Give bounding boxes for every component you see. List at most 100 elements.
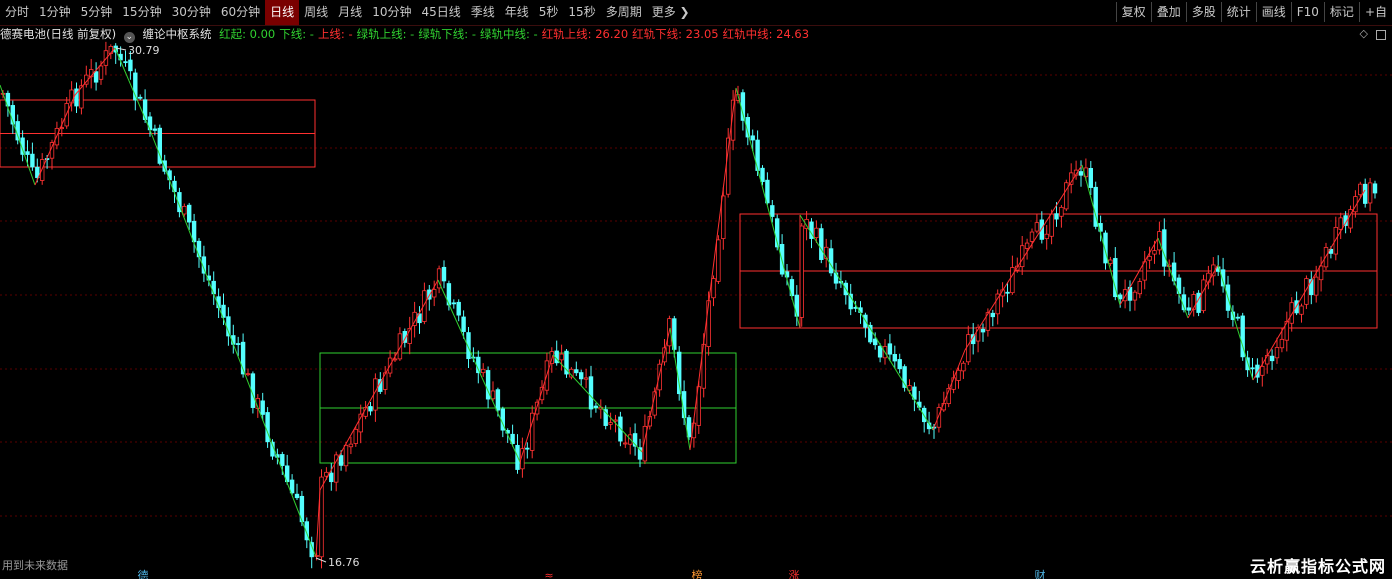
tab-8[interactable]: 月线: [333, 0, 367, 25]
candle-body-179: [877, 345, 883, 358]
candle-body-69: [338, 455, 344, 466]
tab-10[interactable]: 45日线: [416, 0, 465, 25]
tab-1[interactable]: 1分钟: [34, 0, 76, 25]
candle-body-19: [93, 71, 99, 83]
candle-body-114: [559, 353, 564, 361]
candle-body-237: [1162, 229, 1167, 267]
candle-body-37: [182, 205, 187, 215]
candle-body-54: [265, 412, 270, 443]
candle-body-280: [1372, 183, 1378, 194]
tab-9[interactable]: 10分钟: [367, 0, 416, 25]
right-tools: 复权 叠加 多股 统计 画线 F10 标记 +自: [1115, 2, 1392, 22]
candle-body-147: [721, 195, 726, 239]
tool-button-4[interactable]: 画线: [1255, 2, 1291, 22]
event-marker-0[interactable]: 德: [138, 568, 149, 579]
indicator-name[interactable]: 缠论中枢系统: [142, 27, 211, 41]
period-toolbar: 分时 1分钟 5分钟 15分钟 30分钟 60分钟 日线 周线 月线 10分钟 45日线 季线 年线 5秒…: [0, 0, 1392, 26]
candle-body-232: [1137, 281, 1142, 295]
candle-body-146: [716, 239, 721, 282]
candle-body-197: [966, 334, 971, 363]
candle-body-167: [819, 228, 824, 260]
candle-body-245: [1201, 279, 1206, 312]
candle-body-144: [706, 300, 711, 347]
candle-body-242: [1186, 307, 1191, 311]
kline-chart[interactable]: 30.79 16.76 德 ≈ 榜 涨 财: [0, 0, 1392, 579]
indicator-dropdown-icon[interactable]: ⌄: [123, 32, 135, 43]
event-marker-1[interactable]: ≈: [544, 569, 553, 579]
candle-body-117: [574, 369, 579, 374]
stroke-6: [319, 279, 439, 491]
stroke-13: [735, 87, 801, 329]
candle-body-88: [431, 289, 437, 298]
tab-15[interactable]: 多周期: [601, 0, 647, 25]
tab-16[interactable]: 更多 ❯: [647, 0, 695, 25]
bi-strokes: [0, 47, 1366, 558]
tab-2[interactable]: 5分钟: [76, 0, 118, 25]
candle-body-260: [1274, 347, 1280, 359]
tool-button-0[interactable]: 复权: [1115, 2, 1151, 22]
candle-body-121: [593, 405, 599, 408]
stroke-1: [34, 94, 76, 186]
candle-body-210: [1029, 231, 1035, 242]
candle-body-53: [260, 400, 265, 415]
candle-body-118: [579, 372, 584, 380]
tool-button-5[interactable]: F10: [1290, 2, 1324, 22]
tool-button-7[interactable]: +自: [1358, 2, 1392, 22]
diamond-icon[interactable]: ◇: [1360, 27, 1368, 40]
maximize-icon[interactable]: [1376, 30, 1386, 40]
candle-body-67: [329, 472, 334, 483]
candle-body-269: [1318, 265, 1324, 281]
candle-body-98: [480, 368, 486, 374]
candle-body-75: [368, 406, 373, 412]
tool-button-6[interactable]: 标记: [1323, 2, 1359, 22]
candle-body-94: [461, 316, 466, 332]
candle-body-257: [1260, 365, 1265, 376]
tab-12[interactable]: 年线: [500, 0, 534, 25]
candle-body-196: [961, 362, 966, 372]
candle-body-214: [1049, 213, 1054, 237]
candle-body-235: [1152, 250, 1157, 255]
candle-body-209: [1024, 242, 1030, 249]
candle-body-93: [456, 301, 461, 316]
candle-body-120: [588, 376, 594, 410]
indicator-values: 红起: 0.00 下线: - 上线: - 绿轨上线: - 绿轨下线: - 绿轨中线: -红…: [219, 27, 813, 41]
event-marker-4[interactable]: 财: [1035, 568, 1046, 579]
indicator-value-7: 红轨下线: 23.05: [632, 27, 719, 41]
stroke-2: [74, 47, 116, 96]
tool-button-3[interactable]: 统计: [1220, 2, 1256, 22]
stroke-23: [1252, 189, 1366, 381]
candle-body-157: [770, 205, 775, 217]
stock-name[interactable]: 德赛电池: [0, 27, 46, 41]
tab-3[interactable]: 15分钟: [117, 0, 166, 25]
candle-body-138: [677, 351, 682, 395]
tab-0[interactable]: 分时: [0, 0, 34, 25]
candle-body-60: [294, 493, 300, 499]
tool-button-1[interactable]: 叠加: [1150, 2, 1186, 22]
event-marker-3[interactable]: 涨: [789, 569, 800, 579]
tab-11[interactable]: 季线: [466, 0, 500, 25]
candle-body-151: [740, 92, 746, 121]
tab-14[interactable]: 15秒: [563, 0, 600, 25]
candle-body-195: [956, 369, 961, 381]
candle-body-222: [1088, 168, 1093, 188]
event-marker-2[interactable]: 榜: [692, 568, 703, 579]
candle-body-234: [1147, 256, 1152, 261]
candle-body-127: [623, 442, 628, 445]
candle-body-226: [1108, 259, 1113, 264]
candle-body-6: [30, 153, 35, 168]
tab-13[interactable]: 5秒: [534, 0, 564, 25]
price-annotations: 30.79 16.76 德 ≈ 榜 涨 财: [115, 44, 1046, 579]
tool-button-2[interactable]: 多股: [1185, 2, 1221, 22]
tab-7[interactable]: 周线: [299, 0, 333, 25]
candle-body-26: [128, 59, 133, 72]
candlesticks: [0, 41, 1378, 569]
candle-body-183: [897, 359, 902, 370]
tab-4[interactable]: 30分钟: [167, 0, 216, 25]
indicator-value-5: 绿轨中线: -: [480, 27, 538, 41]
tab-6[interactable]: 日线: [265, 0, 300, 25]
candle-body-277: [1358, 183, 1363, 196]
tab-5[interactable]: 60分钟: [216, 0, 265, 25]
candle-body-28: [137, 96, 143, 99]
candle-body-40: [196, 240, 202, 258]
candle-body-208: [1020, 245, 1025, 268]
